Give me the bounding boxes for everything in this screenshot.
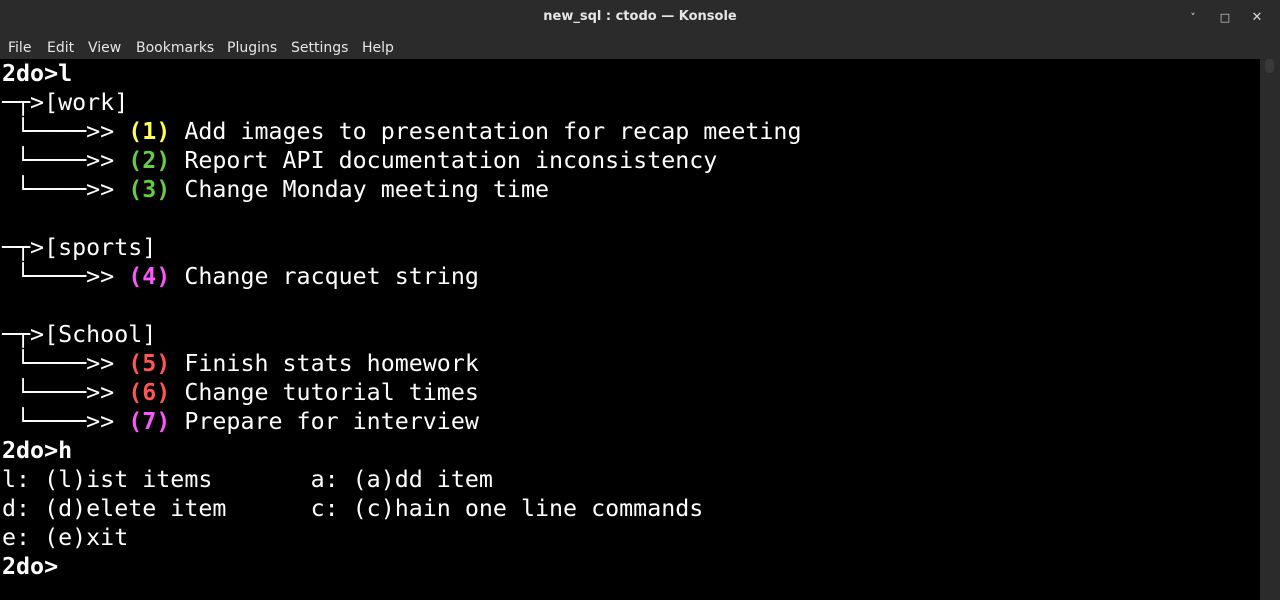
help-line: e: (e)xit xyxy=(2,524,129,551)
prompt-line: 2do>h xyxy=(2,437,73,464)
todo-item: └────>> (4) Change racquet string xyxy=(2,262,479,291)
tree-branch: └────>> xyxy=(2,263,129,290)
tree-branch: └────>> xyxy=(2,379,129,406)
group-work: ─┬>[work] xyxy=(2,88,128,117)
terminal-output[interactable]: 2do>l ─┬>[work] └────>> (1) Add images t… xyxy=(0,59,1260,600)
group-school: ─┬>[School] xyxy=(2,320,156,349)
tree-branch: ─┬> xyxy=(2,321,45,348)
menu-view[interactable]: View xyxy=(88,40,121,56)
title-bar[interactable]: new_sql : ctodo — Konsole ˅ □ ✕ xyxy=(0,0,1280,38)
tree-branch: ─┬> xyxy=(2,89,45,116)
maximize-icon[interactable]: □ xyxy=(1214,7,1236,29)
item-text: Prepare for interview xyxy=(170,408,479,435)
tree-branch: └────>> xyxy=(2,176,129,203)
tree-branch: ─┬> xyxy=(2,234,45,261)
item-text: Finish stats homework xyxy=(170,350,479,377)
help-line: l: (l)ist items a: (a)dd item xyxy=(2,466,493,493)
todo-item: └────>> (5) Finish stats homework xyxy=(2,349,479,378)
item-text: Add images to presentation for recap mee… xyxy=(170,118,802,145)
todo-item: └────>> (2) Report API documentation inc… xyxy=(2,146,717,175)
todo-item: └────>> (1) Add images to presentation f… xyxy=(2,117,801,146)
group-sports: ─┬>[sports] xyxy=(2,233,156,262)
todo-item: └────>> (3) Change Monday meeting time xyxy=(2,175,549,204)
help-line: d: (d)elete item c: (c)hain one line com… xyxy=(2,495,704,522)
tree-branch: └────>> xyxy=(2,118,129,145)
menu-bar: File Edit View Bookmarks Plugins Setting… xyxy=(0,37,1280,59)
todo-item: └────>> (6) Change tutorial times xyxy=(2,378,479,407)
tree-branch: └────>> xyxy=(2,350,129,377)
prompt-line: 2do> xyxy=(2,553,59,580)
menu-settings[interactable]: Settings xyxy=(291,40,348,56)
menu-bookmarks[interactable]: Bookmarks xyxy=(136,40,214,56)
window-title: new_sql : ctodo — Konsole xyxy=(543,9,737,24)
item-number: (3) xyxy=(128,176,171,203)
konsole-window: new_sql : ctodo — Konsole ˅ □ ✕ File Edi… xyxy=(0,0,1280,600)
group-label: [work] xyxy=(44,89,129,116)
item-text: Report API documentation inconsistency xyxy=(170,147,718,174)
close-icon[interactable]: ✕ xyxy=(1246,7,1268,29)
scrollbar-thumb[interactable] xyxy=(1265,59,1274,73)
tree-branch: └────>> xyxy=(2,408,129,435)
todo-item: └────>> (7) Prepare for interview xyxy=(2,407,479,436)
item-text: Change tutorial times xyxy=(170,379,479,406)
prompt-line: 2do>l xyxy=(2,60,73,87)
menu-edit[interactable]: Edit xyxy=(47,40,74,56)
item-text: Change racquet string xyxy=(170,263,479,290)
item-number: (4) xyxy=(128,263,171,290)
group-label: [sports] xyxy=(44,234,157,261)
item-text: Change Monday meeting time xyxy=(170,176,550,203)
menu-help[interactable]: Help xyxy=(362,40,394,56)
item-number: (5) xyxy=(128,350,171,377)
menu-file[interactable]: File xyxy=(8,40,31,56)
item-number: (7) xyxy=(128,408,171,435)
item-number: (6) xyxy=(128,379,171,406)
scrollbar[interactable] xyxy=(1260,59,1280,600)
tree-branch: └────>> xyxy=(2,147,129,174)
minimize-icon[interactable]: ˅ xyxy=(1182,7,1204,29)
group-label: [School] xyxy=(44,321,157,348)
item-number: (1) xyxy=(128,118,171,145)
menu-plugins[interactable]: Plugins xyxy=(227,40,277,56)
item-number: (2) xyxy=(128,147,171,174)
